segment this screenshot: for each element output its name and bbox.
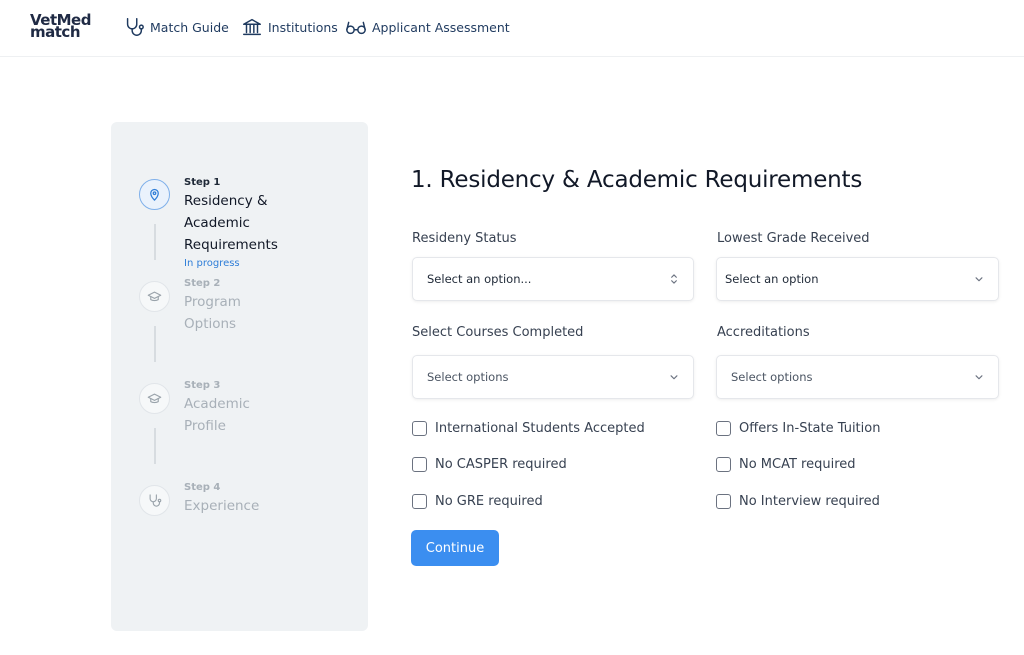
step-status: In progress [184, 258, 240, 269]
checkbox-box[interactable] [716, 420, 731, 436]
checkbox-no-casper[interactable]: No CASPER required [412, 454, 567, 474]
step-connector [154, 428, 156, 464]
step-title: Academic Profile [184, 396, 250, 434]
checkbox-box[interactable] [716, 493, 731, 509]
checkbox-box[interactable] [412, 456, 427, 472]
step-number: Step 3 [184, 380, 221, 391]
institution-icon [241, 16, 263, 38]
select-placeholder: Select options [427, 370, 509, 384]
checkbox-label: No CASPER required [435, 456, 567, 472]
step-title-line-2: Requirements [184, 237, 278, 253]
nav-institutions[interactable]: Institutions [241, 16, 338, 38]
checkbox-box[interactable] [412, 493, 427, 509]
nav-label: Applicant Assessment [372, 19, 510, 35]
graduation-cap-icon [139, 281, 170, 312]
residency-status-select[interactable]: Select an option... [412, 257, 694, 301]
select-placeholder: Select options [731, 370, 813, 384]
lowest-grade-select[interactable]: Select an option [716, 257, 999, 301]
glasses-icon [345, 16, 367, 38]
checkbox-label: No GRE required [435, 493, 543, 509]
checkbox-box[interactable] [412, 420, 427, 436]
top-header: VetMed match Match Guide Institutions Ap… [0, 0, 1024, 57]
chevron-down-icon [972, 272, 986, 286]
nav-match-guide[interactable]: Match Guide [123, 16, 229, 38]
stethoscope-icon [139, 485, 170, 516]
checkbox-label: International Students Accepted [435, 420, 645, 436]
checkbox-international-students[interactable]: International Students Accepted [412, 418, 645, 438]
nav-applicant-assessment[interactable]: Applicant Assessment [345, 16, 510, 38]
chevron-down-icon [972, 370, 986, 384]
step-title-line-1: Residency & Academic [184, 193, 268, 231]
checkbox-no-gre[interactable]: No GRE required [412, 491, 543, 511]
nav-label: Institutions [268, 19, 338, 35]
nav-label: Match Guide [150, 19, 229, 35]
graduation-cap-icon [139, 383, 170, 414]
step-1-text: Step 1 Residency & Academic Requirements… [184, 177, 278, 271]
accreditations-label: Accreditations [717, 325, 810, 340]
step-number: Step 4 [184, 482, 221, 493]
checkbox-label: Offers In-State Tuition [739, 420, 881, 436]
checkbox-box[interactable] [716, 456, 731, 472]
step-2-text: Step 2 Program Options [184, 278, 241, 335]
lowest-grade-label: Lowest Grade Received [717, 231, 870, 246]
chevron-down-icon [667, 370, 681, 384]
courses-completed-select[interactable]: Select options [412, 355, 694, 399]
step-3-text: Step 3 Academic Profile [184, 380, 250, 437]
checkbox-no-interview[interactable]: No Interview required [716, 491, 880, 511]
checkbox-no-mcat[interactable]: No MCAT required [716, 454, 856, 474]
stethoscope-icon [123, 16, 145, 38]
step-title: Experience [184, 498, 260, 514]
updown-chevron-icon [667, 272, 681, 286]
checkbox-label: No MCAT required [739, 456, 856, 472]
accreditations-select[interactable]: Select options [716, 355, 999, 399]
step-4-text: Step 4 Experience [184, 482, 259, 517]
checkbox-label: No Interview required [739, 493, 880, 509]
step-connector [154, 326, 156, 362]
step-number: Step 1 [184, 177, 221, 188]
select-value: Select an option... [427, 272, 532, 286]
select-value: Select an option [725, 272, 819, 286]
checkbox-in-state-tuition[interactable]: Offers In-State Tuition [716, 418, 880, 438]
step-number: Step 2 [184, 278, 221, 289]
vetmed-match-logo[interactable]: VetMed match [30, 13, 98, 41]
continue-button[interactable]: Continue [411, 530, 499, 566]
page-title: 1. Residency & Academic Requirements [411, 167, 863, 193]
stepper-sidebar: Step 1 Residency & Academic Requirements… [111, 122, 368, 631]
step-connector [154, 224, 156, 260]
logo-line-2: match [30, 23, 81, 41]
courses-completed-label: Select Courses Completed [412, 325, 584, 340]
step-title: Program Options [184, 294, 241, 332]
location-pin-icon [139, 179, 170, 210]
residency-status-label: Resideny Status [412, 231, 517, 246]
